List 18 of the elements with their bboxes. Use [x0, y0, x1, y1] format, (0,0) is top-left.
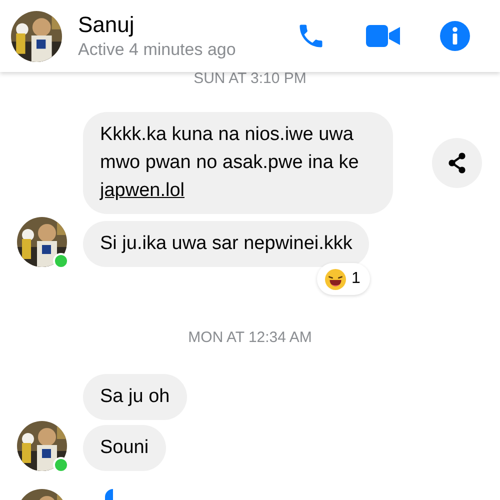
active-status: Active 4 minutes ago: [78, 39, 236, 61]
partial-icon: [105, 489, 113, 500]
reaction-badge[interactable]: 1: [317, 263, 370, 295]
contact-name: Sanuj: [78, 11, 136, 39]
date-separator: MON AT 12:34 AM: [188, 329, 312, 347]
info-icon[interactable]: [440, 21, 470, 51]
message-bubble[interactable]: Souni: [83, 425, 166, 471]
reaction-count: 1: [351, 269, 360, 289]
message-bubble[interactable]: Sa ju oh: [83, 374, 187, 420]
share-button[interactable]: [432, 138, 482, 188]
message-bubble[interactable]: Si ju.ika uwa sar nepwinei.kkk: [83, 221, 370, 267]
video-camera-icon[interactable]: [366, 23, 400, 49]
date-separator: SUN AT 3:10 PM: [194, 70, 306, 88]
message-bubble[interactable]: Kkkk.ka kuna na nios.iwe uwa mwo pwan no asak.pwe ina ke japwen.lol: [83, 112, 393, 214]
contact-avatar[interactable]: [17, 421, 67, 471]
contact-avatar[interactable]: [17, 217, 67, 267]
link[interactable]: japwen.lol: [100, 180, 184, 201]
laughing-emoji-icon: [325, 268, 346, 290]
